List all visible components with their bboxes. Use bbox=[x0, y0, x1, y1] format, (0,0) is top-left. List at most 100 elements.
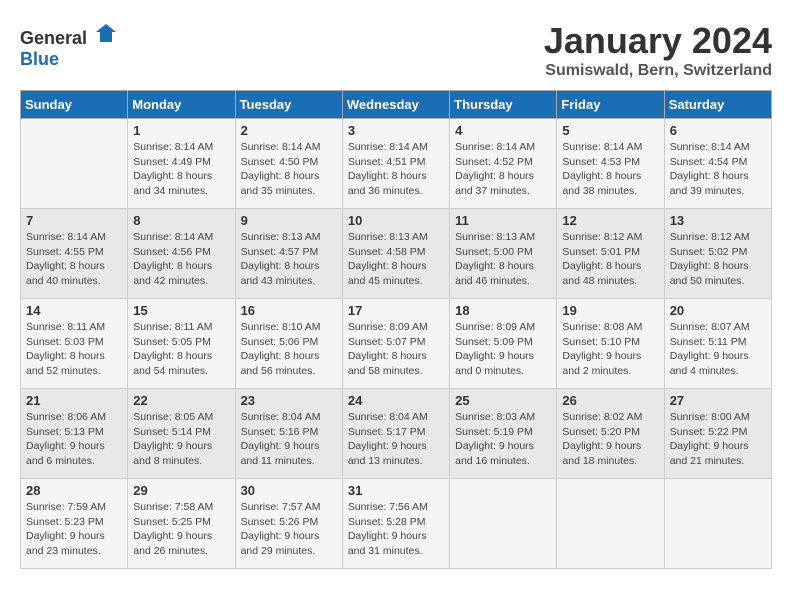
day-number: 29 bbox=[133, 483, 229, 498]
cell-info: Sunrise: 8:07 AM Sunset: 5:11 PM Dayligh… bbox=[670, 320, 766, 379]
calendar-week-row: 1Sunrise: 8:14 AM Sunset: 4:49 PM Daylig… bbox=[21, 119, 772, 209]
day-number: 17 bbox=[348, 303, 444, 318]
day-number: 2 bbox=[241, 123, 337, 138]
cell-info: Sunrise: 8:11 AM Sunset: 5:05 PM Dayligh… bbox=[133, 320, 229, 379]
cell-info: Sunrise: 8:14 AM Sunset: 4:53 PM Dayligh… bbox=[562, 140, 658, 199]
calendar-body: 1Sunrise: 8:14 AM Sunset: 4:49 PM Daylig… bbox=[21, 119, 772, 569]
calendar-cell: 10Sunrise: 8:13 AM Sunset: 4:58 PM Dayli… bbox=[342, 209, 449, 299]
calendar-week-row: 28 Sunrise: 7:59 AM Sunset: 5:23 PM Dayli… bbox=[21, 479, 772, 569]
calendar-cell: 1Sunrise: 8:14 AM Sunset: 4:49 PM Daylig… bbox=[128, 119, 235, 209]
cell-info: Sunrise: 8:13 AM Sunset: 4:57 PM Dayligh… bbox=[241, 230, 337, 289]
logo-general: General bbox=[20, 28, 87, 48]
cell-info: Sunrise: 7:56 AM Sunset: 5:28 PM Dayligh… bbox=[348, 500, 444, 559]
logo-text: General Blue bbox=[20, 20, 118, 70]
day-number: 7 bbox=[26, 213, 122, 228]
calendar-cell: 6 Sunrise: 8:14 AM Sunset: 4:54 PM Daylig… bbox=[664, 119, 771, 209]
cell-info: Sunrise: 8:00 AM Sunset: 5:22 PM Dayligh… bbox=[670, 410, 766, 469]
cell-info: Sunrise: 7:59 AM Sunset: 5:23 PM Dayligh… bbox=[26, 500, 122, 559]
day-number: 16 bbox=[241, 303, 337, 318]
calendar-cell bbox=[21, 119, 128, 209]
calendar-day-header: Saturday bbox=[664, 91, 771, 119]
page-header: General Blue January 2024 Sumiswald, Ber… bbox=[20, 20, 772, 80]
calendar-cell: 3 Sunrise: 8:14 AM Sunset: 4:51 PM Daylig… bbox=[342, 119, 449, 209]
calendar-cell: 15 Sunrise: 8:11 AM Sunset: 5:05 PM Dayli… bbox=[128, 299, 235, 389]
calendar-cell: 13Sunrise: 8:12 AM Sunset: 5:02 PM Dayli… bbox=[664, 209, 771, 299]
day-number: 9 bbox=[241, 213, 337, 228]
calendar-cell: 14Sunrise: 8:11 AM Sunset: 5:03 PM Dayli… bbox=[21, 299, 128, 389]
calendar-cell: 28 Sunrise: 7:59 AM Sunset: 5:23 PM Dayli… bbox=[21, 479, 128, 569]
cell-info: Sunrise: 8:04 AM Sunset: 5:16 PM Dayligh… bbox=[241, 410, 337, 469]
day-number: 26 bbox=[562, 393, 658, 408]
cell-info: Sunrise: 8:14 AM Sunset: 4:55 PM Dayligh… bbox=[26, 230, 122, 289]
cell-info: Sunrise: 8:02 AM Sunset: 5:20 PM Dayligh… bbox=[562, 410, 658, 469]
cell-info: Sunrise: 8:11 AM Sunset: 5:03 PM Dayligh… bbox=[26, 320, 122, 379]
calendar-cell: 12 Sunrise: 8:12 AM Sunset: 5:01 PM Dayli… bbox=[557, 209, 664, 299]
day-number: 19 bbox=[562, 303, 658, 318]
day-number: 31 bbox=[348, 483, 444, 498]
calendar-cell: 20 Sunrise: 8:07 AM Sunset: 5:11 PM Dayli… bbox=[664, 299, 771, 389]
calendar-cell: 4 Sunrise: 8:14 AM Sunset: 4:52 PM Daylig… bbox=[450, 119, 557, 209]
cell-info: Sunrise: 8:06 AM Sunset: 5:13 PM Dayligh… bbox=[26, 410, 122, 469]
calendar-cell: 21 Sunrise: 8:06 AM Sunset: 5:13 PM Dayli… bbox=[21, 389, 128, 479]
calendar-cell: 2 Sunrise: 8:14 AM Sunset: 4:50 PM Daylig… bbox=[235, 119, 342, 209]
calendar-cell: 18 Sunrise: 8:09 AM Sunset: 5:09 PM Dayli… bbox=[450, 299, 557, 389]
calendar-day-header: Sunday bbox=[21, 91, 128, 119]
calendar-cell: 25Sunrise: 8:03 AM Sunset: 5:19 PM Dayli… bbox=[450, 389, 557, 479]
calendar-cell: 27 Sunrise: 8:00 AM Sunset: 5:22 PM Dayli… bbox=[664, 389, 771, 479]
calendar-cell: 30 Sunrise: 7:57 AM Sunset: 5:26 PM Dayli… bbox=[235, 479, 342, 569]
calendar-cell: 8Sunrise: 8:14 AM Sunset: 4:56 PM Daylig… bbox=[128, 209, 235, 299]
logo-icon bbox=[94, 20, 118, 44]
cell-info: Sunrise: 8:14 AM Sunset: 4:56 PM Dayligh… bbox=[133, 230, 229, 289]
day-number: 4 bbox=[455, 123, 551, 138]
calendar-week-row: 7 Sunrise: 8:14 AM Sunset: 4:55 PM Daylig… bbox=[21, 209, 772, 299]
cell-info: Sunrise: 7:57 AM Sunset: 5:26 PM Dayligh… bbox=[241, 500, 337, 559]
calendar-cell: 16Sunrise: 8:10 AM Sunset: 5:06 PM Dayli… bbox=[235, 299, 342, 389]
day-number: 12 bbox=[562, 213, 658, 228]
cell-info: Sunrise: 8:13 AM Sunset: 5:00 PM Dayligh… bbox=[455, 230, 551, 289]
day-number: 10 bbox=[348, 213, 444, 228]
calendar-cell: 5 Sunrise: 8:14 AM Sunset: 4:53 PM Daylig… bbox=[557, 119, 664, 209]
day-number: 22 bbox=[133, 393, 229, 408]
day-number: 27 bbox=[670, 393, 766, 408]
calendar-cell: 23 Sunrise: 8:04 AM Sunset: 5:16 PM Dayli… bbox=[235, 389, 342, 479]
logo: General Blue bbox=[20, 20, 118, 70]
day-number: 18 bbox=[455, 303, 551, 318]
calendar-day-header: Thursday bbox=[450, 91, 557, 119]
calendar-cell bbox=[664, 479, 771, 569]
calendar-day-header: Monday bbox=[128, 91, 235, 119]
cell-info: Sunrise: 8:14 AM Sunset: 4:52 PM Dayligh… bbox=[455, 140, 551, 199]
cell-info: Sunrise: 8:09 AM Sunset: 5:09 PM Dayligh… bbox=[455, 320, 551, 379]
cell-info: Sunrise: 8:04 AM Sunset: 5:17 PM Dayligh… bbox=[348, 410, 444, 469]
cell-info: Sunrise: 8:14 AM Sunset: 4:50 PM Dayligh… bbox=[241, 140, 337, 199]
day-number: 28 bbox=[26, 483, 122, 498]
calendar-day-header: Wednesday bbox=[342, 91, 449, 119]
cell-info: Sunrise: 8:14 AM Sunset: 4:51 PM Dayligh… bbox=[348, 140, 444, 199]
day-number: 21 bbox=[26, 393, 122, 408]
calendar-day-header: Tuesday bbox=[235, 91, 342, 119]
cell-info: Sunrise: 7:58 AM Sunset: 5:25 PM Dayligh… bbox=[133, 500, 229, 559]
day-number: 1 bbox=[133, 123, 229, 138]
day-number: 30 bbox=[241, 483, 337, 498]
day-number: 23 bbox=[241, 393, 337, 408]
day-number: 3 bbox=[348, 123, 444, 138]
day-number: 25 bbox=[455, 393, 551, 408]
calendar-header-row: SundayMondayTuesdayWednesdayThursdayFrid… bbox=[21, 91, 772, 119]
cell-info: Sunrise: 8:09 AM Sunset: 5:07 PM Dayligh… bbox=[348, 320, 444, 379]
day-number: 15 bbox=[133, 303, 229, 318]
cell-info: Sunrise: 8:08 AM Sunset: 5:10 PM Dayligh… bbox=[562, 320, 658, 379]
calendar-cell: 31 Sunrise: 7:56 AM Sunset: 5:28 PM Dayli… bbox=[342, 479, 449, 569]
calendar-cell: 19 Sunrise: 8:08 AM Sunset: 5:10 PM Dayli… bbox=[557, 299, 664, 389]
day-number: 5 bbox=[562, 123, 658, 138]
day-number: 6 bbox=[670, 123, 766, 138]
location-title: Sumiswald, Bern, Switzerland bbox=[544, 62, 772, 80]
cell-info: Sunrise: 8:14 AM Sunset: 4:54 PM Dayligh… bbox=[670, 140, 766, 199]
calendar-week-row: 21 Sunrise: 8:06 AM Sunset: 5:13 PM Dayli… bbox=[21, 389, 772, 479]
calendar-cell: 11Sunrise: 8:13 AM Sunset: 5:00 PM Dayli… bbox=[450, 209, 557, 299]
cell-info: Sunrise: 8:12 AM Sunset: 5:01 PM Dayligh… bbox=[562, 230, 658, 289]
calendar-cell: 17 Sunrise: 8:09 AM Sunset: 5:07 PM Dayli… bbox=[342, 299, 449, 389]
day-number: 20 bbox=[670, 303, 766, 318]
title-area: January 2024 Sumiswald, Bern, Switzerlan… bbox=[544, 20, 772, 80]
calendar-cell bbox=[557, 479, 664, 569]
logo-blue: Blue bbox=[20, 49, 59, 69]
calendar-cell: 24Sunrise: 8:04 AM Sunset: 5:17 PM Dayli… bbox=[342, 389, 449, 479]
